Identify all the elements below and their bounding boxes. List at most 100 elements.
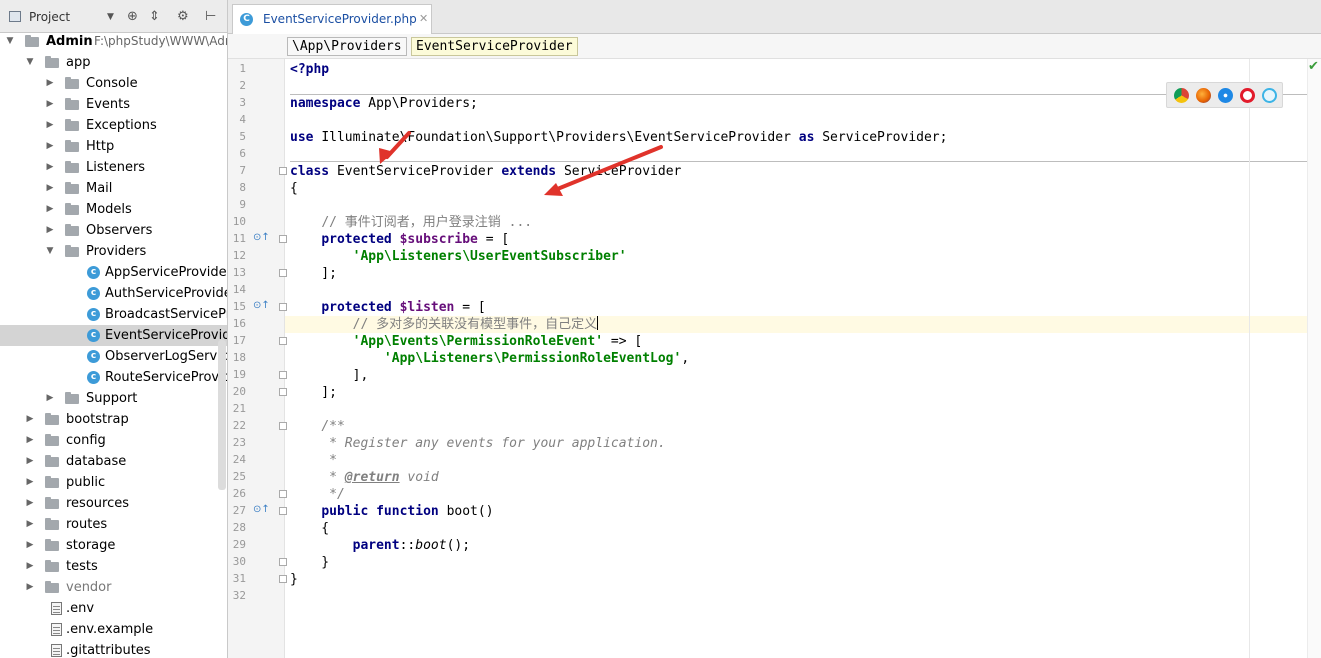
folder-icon bbox=[65, 224, 79, 236]
collapse-all-icon[interactable]: ⇕ bbox=[149, 9, 160, 25]
expand-arrow-icon[interactable]: ▶ bbox=[25, 535, 35, 556]
tree-item-routeserviceprovider-php[interactable]: c RouteServiceProvider.php bbox=[0, 367, 228, 388]
collapse-arrow-icon[interactable]: ▼ bbox=[5, 31, 15, 52]
tree-item-label: Models bbox=[86, 202, 132, 217]
tree-item-models[interactable]: ▶ Models bbox=[0, 199, 227, 220]
expand-arrow-icon[interactable]: ▶ bbox=[45, 157, 55, 178]
folder-icon bbox=[65, 119, 79, 131]
folder-icon bbox=[65, 140, 79, 152]
php-class-icon: c bbox=[87, 350, 100, 363]
tree-item-gitattributes[interactable]: .gitattributes bbox=[0, 640, 227, 658]
folder-icon bbox=[65, 392, 79, 404]
tree-item-label: resources bbox=[66, 496, 130, 511]
folder-icon bbox=[45, 581, 59, 593]
folder-icon bbox=[65, 245, 79, 257]
tree-item-label: EventServiceProvider.php bbox=[105, 328, 228, 343]
project-tree: ▼AdminF:\phpStudy\WWW\Admin▼app▶Console▶… bbox=[0, 31, 228, 658]
collapse-arrow-icon[interactable]: ▼ bbox=[45, 241, 55, 262]
tree-item-label: Admin bbox=[46, 34, 93, 49]
tree-item-label: RouteServiceProvider.php bbox=[105, 370, 228, 385]
php-class-icon: c bbox=[87, 371, 100, 384]
expand-arrow-icon[interactable]: ▶ bbox=[45, 199, 55, 220]
tree-item-label: Exceptions bbox=[86, 118, 157, 133]
tree-item-mail[interactable]: ▶ Mail bbox=[0, 178, 227, 199]
folder-icon bbox=[65, 182, 79, 194]
tree-item-label: config bbox=[66, 433, 106, 448]
sidebar-scrollbar[interactable] bbox=[218, 340, 226, 490]
dropdown-arrow-icon[interactable]: ▼ bbox=[107, 9, 114, 25]
tree-item-path: F:\phpStudy\WWW\Admin bbox=[94, 34, 227, 48]
tree-item-http[interactable]: ▶ Http bbox=[0, 136, 227, 157]
project-view-selector[interactable]: Project bbox=[29, 10, 70, 24]
tree-item-authserviceprovider-php[interactable]: c AuthServiceProvider.php bbox=[0, 283, 227, 304]
tree-item-eventserviceprovider-php[interactable]: c EventServiceProvider.php bbox=[0, 325, 228, 346]
tree-item-database[interactable]: ▶ database bbox=[0, 451, 227, 472]
tree-item-vendor[interactable]: ▶ vendor bbox=[0, 577, 227, 598]
tree-item-app[interactable]: ▼ app bbox=[0, 52, 227, 73]
folder-icon bbox=[65, 77, 79, 89]
expand-arrow-icon[interactable]: ▶ bbox=[45, 94, 55, 115]
tree-item-exceptions[interactable]: ▶ Exceptions bbox=[0, 115, 227, 136]
tree-item-storage[interactable]: ▶ storage bbox=[0, 535, 227, 556]
expand-arrow-icon[interactable]: ▶ bbox=[45, 115, 55, 136]
expand-arrow-icon[interactable]: ▶ bbox=[25, 409, 35, 430]
tree-item-admin[interactable]: ▼ AdminF:\phpStudy\WWW\Admin bbox=[0, 31, 227, 52]
expand-arrow-icon[interactable]: ▶ bbox=[25, 451, 35, 472]
folder-icon bbox=[45, 476, 59, 488]
hide-panel-icon[interactable]: ⊢ bbox=[205, 9, 216, 25]
tree-item-label: .env bbox=[66, 601, 95, 616]
tree-item-observers[interactable]: ▶ Observers bbox=[0, 220, 227, 241]
expand-arrow-icon[interactable]: ▶ bbox=[45, 73, 55, 94]
expand-arrow-icon[interactable]: ▶ bbox=[45, 388, 55, 409]
tree-item-routes[interactable]: ▶ routes bbox=[0, 514, 227, 535]
project-panel-header: Project ▼ ⊕ ⇕ ⚙ ⊢ bbox=[0, 0, 227, 33]
tree-item-appserviceprovider-php[interactable]: c AppServiceProvider.php bbox=[0, 262, 227, 283]
tree-item-label: Support bbox=[86, 391, 138, 406]
tree-item-env-example[interactable]: .env.example bbox=[0, 619, 227, 640]
tree-item-bootstrap[interactable]: ▶ bootstrap bbox=[0, 409, 227, 430]
tree-item-resources[interactable]: ▶ resources bbox=[0, 493, 227, 514]
tree-item-config[interactable]: ▶ config bbox=[0, 430, 227, 451]
gear-icon[interactable]: ⚙ bbox=[177, 9, 189, 25]
expand-arrow-icon[interactable]: ▶ bbox=[25, 556, 35, 577]
tree-item-label: storage bbox=[66, 538, 116, 553]
tree-item-broadcastserviceprovider-php[interactable]: c BroadcastServiceProvider.php bbox=[0, 304, 227, 325]
expand-arrow-icon[interactable]: ▶ bbox=[45, 220, 55, 241]
folder-icon bbox=[25, 35, 39, 47]
tree-item-label: Console bbox=[86, 76, 138, 91]
php-class-icon: c bbox=[87, 308, 100, 321]
folder-icon bbox=[45, 518, 59, 530]
expand-arrow-icon[interactable]: ▶ bbox=[25, 430, 35, 451]
tree-item-label: tests bbox=[66, 559, 98, 574]
folder-icon bbox=[65, 161, 79, 173]
expand-arrow-icon[interactable]: ▶ bbox=[25, 472, 35, 493]
expand-arrow-icon[interactable]: ▶ bbox=[25, 493, 35, 514]
tree-item-console[interactable]: ▶ Console bbox=[0, 73, 227, 94]
tree-item-providers[interactable]: ▼ Providers bbox=[0, 241, 227, 262]
expand-arrow-icon[interactable]: ▶ bbox=[45, 178, 55, 199]
php-class-icon: c bbox=[87, 266, 100, 279]
php-class-icon: c bbox=[87, 329, 100, 342]
tree-item-support[interactable]: ▶ Support bbox=[0, 388, 227, 409]
tree-item-label: public bbox=[66, 475, 106, 490]
tree-item-env[interactable]: .env bbox=[0, 598, 227, 619]
folder-icon bbox=[45, 455, 59, 467]
tree-item-events[interactable]: ▶ Events bbox=[0, 94, 227, 115]
tree-item-public[interactable]: ▶ public bbox=[0, 472, 227, 493]
tree-item-listeners[interactable]: ▶ Listeners bbox=[0, 157, 227, 178]
expand-arrow-icon[interactable]: ▶ bbox=[25, 514, 35, 535]
text-file-icon bbox=[51, 623, 62, 636]
tree-item-tests[interactable]: ▶ tests bbox=[0, 556, 227, 577]
folder-icon bbox=[45, 560, 59, 572]
tree-item-label: bootstrap bbox=[66, 412, 129, 427]
project-panel: Project ▼ ⊕ ⇕ ⚙ ⊢ ▼ Admin F:\phpStudy\WWW\… bbox=[0, 0, 228, 658]
expand-arrow-icon[interactable]: ▶ bbox=[25, 577, 35, 598]
tree-item-label: Mail bbox=[86, 181, 113, 196]
tree-item-observerlogserviceprovider-php[interactable]: c ObserverLogServiceProvider.php bbox=[0, 346, 227, 367]
scroll-from-source-icon[interactable]: ⊕ bbox=[127, 9, 138, 25]
tree-item-label: Listeners bbox=[86, 160, 146, 175]
text-file-icon bbox=[51, 644, 62, 657]
collapse-arrow-icon[interactable]: ▼ bbox=[25, 52, 35, 73]
expand-arrow-icon[interactable]: ▶ bbox=[45, 136, 55, 157]
folder-icon bbox=[45, 434, 59, 446]
